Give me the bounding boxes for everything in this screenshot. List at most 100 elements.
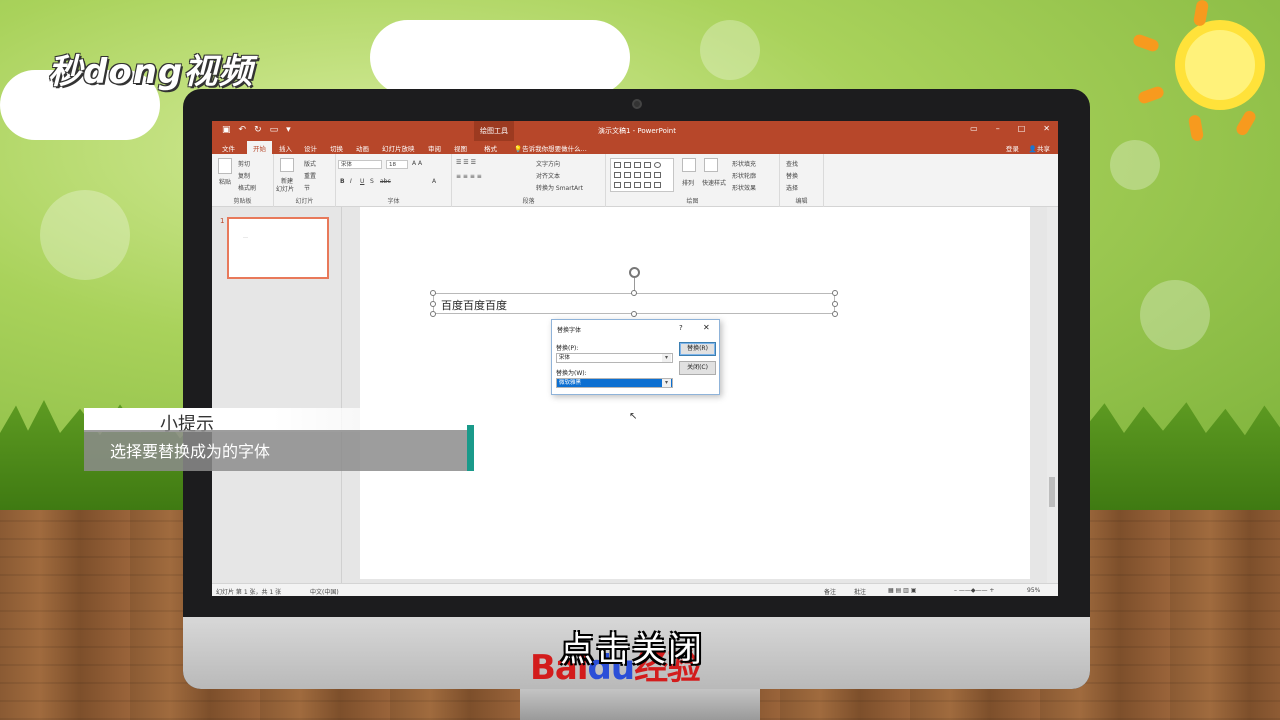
tab-insert[interactable]: 插入 <box>279 143 292 153</box>
title-bar: ▣ ↶ ↻ ▭ ▾ 绘图工具 演示文稿1 - PowerPoint ▭ – □ … <box>212 121 1058 141</box>
lightbulb-icon: 💡 <box>514 145 523 153</box>
minimize-icon[interactable]: – <box>996 124 1000 133</box>
tab-transitions[interactable]: 切换 <box>330 143 343 153</box>
notes-button[interactable]: 备注 <box>824 587 836 596</box>
cut-button[interactable]: 剪切 <box>238 159 250 168</box>
shadow-icon[interactable]: S <box>370 178 374 185</box>
quick-access-toolbar: ▣ ↶ ↻ ▭ ▾ <box>222 125 291 135</box>
quick-styles-button[interactable]: 快速样式 <box>702 178 726 187</box>
bullets-icon[interactable]: ☰ ☰ ☰ <box>456 159 476 166</box>
slide-thumbnail[interactable]: ..... <box>227 217 329 279</box>
view-buttons[interactable]: ▦ ▤ ▥ ▣ <box>888 587 916 594</box>
format-painter-button[interactable]: 格式刷 <box>238 183 256 192</box>
chevron-down-icon[interactable]: ▾ <box>662 379 671 387</box>
zoom-slider[interactable]: – ——◆—— + <box>954 587 994 594</box>
section-button[interactable]: 节 <box>304 183 310 192</box>
strikethrough-icon[interactable]: abc <box>380 178 391 185</box>
resize-handle[interactable] <box>832 301 838 307</box>
vertical-scrollbar[interactable] <box>1047 207 1058 583</box>
font-name-select[interactable]: 宋体 <box>338 160 382 169</box>
tab-design[interactable]: 设计 <box>304 143 317 153</box>
miaodong-logo: 秒dong视频 <box>48 52 254 92</box>
dialog-title: 替换字体 <box>557 327 582 334</box>
reset-button[interactable]: 重置 <box>304 171 316 180</box>
replace-with-value: 微软雅黑 <box>559 380 582 386</box>
paste-label[interactable]: 粘贴 <box>219 177 231 186</box>
login-link[interactable]: 登录 <box>1006 143 1019 153</box>
replace-font-select[interactable]: 宋体 ▾ <box>556 353 673 363</box>
text-direction-button[interactable]: 文字方向 <box>536 159 560 168</box>
arrange-button[interactable]: 排列 <box>682 178 694 187</box>
maximize-icon[interactable]: □ <box>1018 124 1026 133</box>
font-color-icon[interactable]: A <box>432 178 436 185</box>
shape-fill-button[interactable]: 形状填充 <box>732 159 756 168</box>
redo-icon[interactable]: ↻ <box>254 125 262 135</box>
paste-icon[interactable] <box>218 158 232 174</box>
tip-body-bar: 选择要替换成为的字体 <box>84 430 468 471</box>
tab-home[interactable]: 开始 <box>247 141 272 154</box>
scrollbar-thumb[interactable] <box>1049 477 1055 507</box>
shape-effects-button[interactable]: 形状效果 <box>732 183 756 192</box>
replace-font-dialog: 替换字体 ? ✕ 替换(P): 宋体 ▾ 替换为(W): 微软雅黑 ▾ 替换(R… <box>551 319 720 395</box>
share-button[interactable]: 👤共享 <box>1029 143 1050 153</box>
new-slide-icon[interactable] <box>280 158 294 172</box>
rotate-handle-icon[interactable] <box>629 267 640 278</box>
start-slideshow-icon[interactable]: ▭ <box>270 125 279 135</box>
tab-slideshow[interactable]: 幻灯片放映 <box>382 143 415 153</box>
save-icon[interactable]: ▣ <box>222 125 231 135</box>
underline-icon[interactable]: U <box>360 178 364 185</box>
chevron-down-icon[interactable]: ▾ <box>662 354 671 362</box>
replace-with-select[interactable]: 微软雅黑 ▾ <box>556 378 673 388</box>
mouse-cursor-icon: ↖ <box>629 411 638 422</box>
thumbnail-text: ..... <box>243 235 248 239</box>
close-icon[interactable]: ✕ <box>703 323 710 332</box>
align-icons[interactable]: ≡ ≡ ≡ ≡ <box>456 173 482 180</box>
resize-handle[interactable] <box>832 290 838 296</box>
smartart-button[interactable]: 转换为 SmartArt <box>536 183 583 192</box>
resize-handle[interactable] <box>631 311 637 317</box>
shape-outline-button[interactable]: 形状轮廓 <box>732 171 756 180</box>
resize-handle[interactable] <box>430 311 436 317</box>
resize-handle[interactable] <box>631 290 637 296</box>
layout-button[interactable]: 版式 <box>304 159 316 168</box>
close-dialog-button[interactable]: 关闭(C) <box>679 361 716 375</box>
select-button[interactable]: 选择 <box>786 183 798 192</box>
replace-button[interactable]: 替换 <box>786 171 798 180</box>
share-label: 共享 <box>1037 145 1050 153</box>
undo-icon[interactable]: ↶ <box>239 125 247 135</box>
ribbon-display-icon[interactable]: ▭ <box>970 124 978 133</box>
slide-text[interactable]: 百度百度百度 <box>441 297 507 313</box>
arrange-icon[interactable] <box>682 158 696 172</box>
resize-handle[interactable] <box>430 301 436 307</box>
find-button[interactable]: 查找 <box>786 159 798 168</box>
document-title: 演示文稿1 - PowerPoint <box>598 127 676 135</box>
font-group-label: 字体 <box>387 198 400 205</box>
tab-view[interactable]: 视图 <box>454 143 467 153</box>
tab-format[interactable]: 格式 <box>484 143 497 153</box>
grow-font-icon[interactable]: A A <box>412 160 422 167</box>
close-icon[interactable]: ✕ <box>1043 124 1050 133</box>
tab-file[interactable]: 文件 <box>222 143 235 153</box>
comments-button[interactable]: 批注 <box>854 587 866 596</box>
quick-styles-icon[interactable] <box>704 158 718 172</box>
replace-dialog-button[interactable]: 替换(R) <box>679 342 716 356</box>
context-tab-label: 绘图工具 <box>474 121 514 141</box>
tab-review[interactable]: 审阅 <box>428 143 441 153</box>
italic-icon[interactable]: I <box>350 178 352 185</box>
tell-me-box[interactable]: 💡告诉我你想要做什么... <box>514 143 587 153</box>
bokeh-circle <box>1110 140 1160 190</box>
help-icon[interactable]: ? <box>679 324 683 332</box>
resize-handle[interactable] <box>832 311 838 317</box>
group-paragraph: ☰ ☰ ☰ ≡ ≡ ≡ ≡ 文字方向 对齐文本 转换为 SmartArt 段落 <box>452 154 606 207</box>
bold-icon[interactable]: B <box>340 178 345 185</box>
font-size-select[interactable]: 18 <box>386 160 408 169</box>
align-text-button[interactable]: 对齐文本 <box>536 171 560 180</box>
new-slide-label2[interactable]: 幻灯片 <box>276 184 294 193</box>
language-indicator[interactable]: 中文(中国) <box>310 587 339 596</box>
copy-button[interactable]: 复制 <box>238 171 250 180</box>
zoom-level[interactable]: 95% <box>1027 587 1040 594</box>
resize-handle[interactable] <box>430 290 436 296</box>
customize-qat-icon[interactable]: ▾ <box>286 125 291 135</box>
tab-animations[interactable]: 动画 <box>356 143 369 153</box>
shapes-gallery[interactable] <box>610 158 674 192</box>
